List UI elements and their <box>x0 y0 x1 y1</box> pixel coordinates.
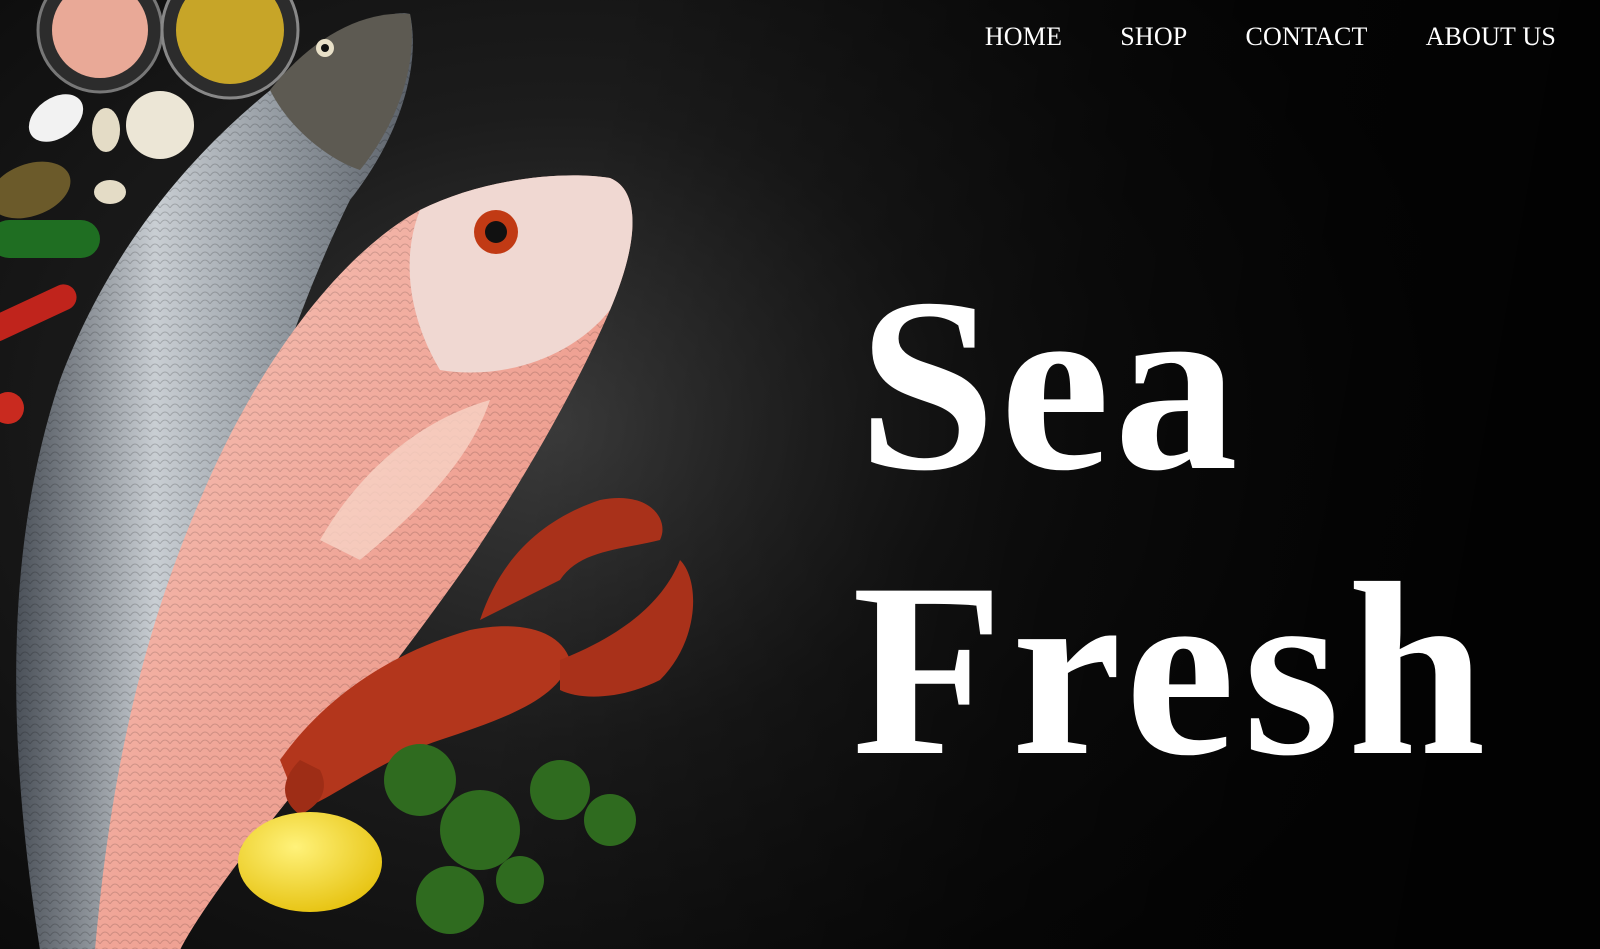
parsley <box>384 744 636 934</box>
hero-section: HOME SHOP CONTACT ABOUT US Sea Fresh <box>0 0 1600 949</box>
hero-title: Sea Fresh <box>852 247 1494 793</box>
seafood-photo <box>0 0 694 949</box>
nav-link-about-us[interactable]: ABOUT US <box>1426 22 1556 52</box>
hero-title-line-2: Fresh <box>852 532 1494 808</box>
nav-link-contact[interactable]: CONTACT <box>1245 22 1367 52</box>
hero-title-line-1: Sea <box>858 247 1242 522</box>
main-nav: HOME SHOP CONTACT ABOUT US <box>985 22 1556 52</box>
nav-link-home[interactable]: HOME <box>985 22 1062 52</box>
lemon <box>238 812 382 912</box>
salt-bowl <box>36 0 164 94</box>
nav-link-shop[interactable]: SHOP <box>1120 22 1187 52</box>
